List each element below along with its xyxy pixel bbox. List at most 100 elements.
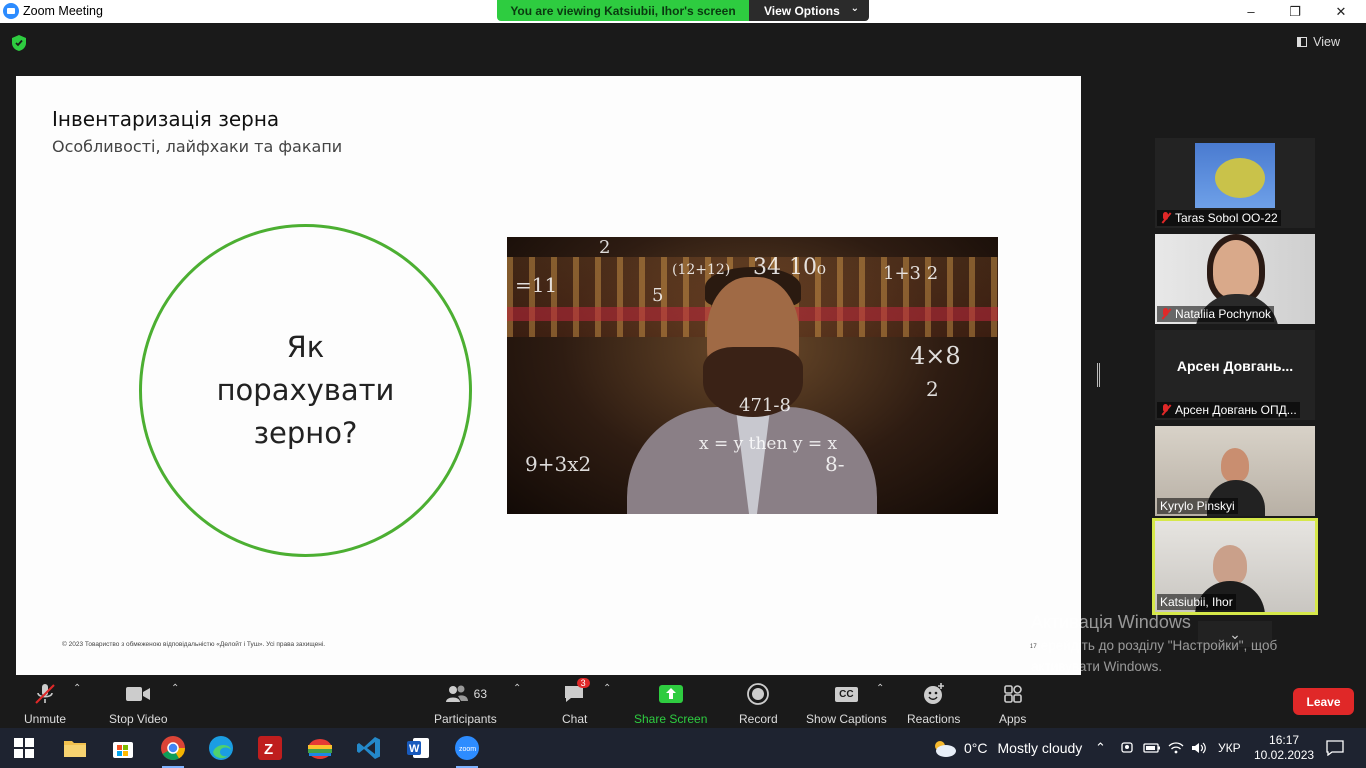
- svg-text:zoom: zoom: [459, 746, 476, 753]
- slide-subtitle: Особливості, лайфхаки та факапи: [52, 137, 343, 156]
- view-button[interactable]: View: [1297, 35, 1340, 49]
- participants-count: 63: [473, 687, 488, 701]
- chat-options-caret[interactable]: ⌃: [603, 683, 611, 694]
- edge-icon[interactable]: [208, 735, 234, 761]
- windows-activation-watermark: Активація Windows Перейдіть до розділу "…: [1031, 612, 1277, 677]
- participant-tile[interactable]: Nataliia Pochynok: [1155, 234, 1315, 324]
- clock-date: 10.02.2023: [1254, 748, 1315, 762]
- math-meme-image: =11 2 (12+12) 34 10₀ 1+3 2 5 4×8 2 x = y…: [507, 237, 998, 514]
- math-overlay: 10₀: [789, 255, 826, 280]
- participant-avatar: [1195, 143, 1275, 208]
- participant-name: Taras Sobol OO-22: [1175, 211, 1278, 225]
- colorful-app-icon[interactable]: [307, 735, 333, 761]
- close-button[interactable]: ✕: [1318, 0, 1364, 23]
- shared-screen-slide: Інвентаризація зерна Особливості, лайфха…: [16, 76, 1081, 675]
- vscode-icon[interactable]: [356, 735, 382, 761]
- unmute-button[interactable]: Unmute: [24, 682, 66, 726]
- math-overlay: 8-: [825, 452, 845, 476]
- record-button[interactable]: Record: [739, 682, 778, 726]
- math-overlay: 2: [599, 237, 611, 258]
- minimize-button[interactable]: –: [1228, 0, 1274, 23]
- battery-icon[interactable]: [1143, 728, 1161, 768]
- apps-icon: [1002, 682, 1024, 706]
- weather-widget[interactable]: 0°C Mostly cloudy: [930, 728, 1082, 768]
- chat-unread-badge: 3: [576, 678, 590, 688]
- security-shield-icon[interactable]: [11, 34, 27, 52]
- participant-name: Katsiubii, Ihor: [1160, 595, 1233, 609]
- volume-icon[interactable]: [1191, 728, 1207, 768]
- math-overlay: 5: [652, 285, 664, 306]
- participant-tile[interactable]: Taras Sobol OO-22: [1155, 138, 1315, 228]
- participants-button[interactable]: 63 Participants: [434, 682, 497, 726]
- record-label: Record: [739, 712, 778, 726]
- participant-name: Nataliia Pochynok: [1175, 307, 1272, 321]
- show-captions-button[interactable]: CC Show Captions: [806, 682, 887, 726]
- view-options-label: View Options: [764, 3, 840, 18]
- math-overlay: 1+3 2: [883, 263, 939, 284]
- grid-view-icon: [1297, 37, 1308, 47]
- video-camera-icon: [125, 682, 151, 706]
- audio-options-caret[interactable]: ⌃: [73, 683, 81, 694]
- notifications-icon[interactable]: [1326, 728, 1344, 768]
- reactions-label: Reactions: [907, 712, 961, 726]
- reactions-button[interactable]: Reactions: [907, 682, 960, 726]
- participant-name-tag: Арсен Довгань ОПД...: [1157, 402, 1300, 418]
- watermark-line: Перейдіть до розділу "Настройки", щоб: [1031, 638, 1278, 653]
- participant-display-name: Арсен Довгань...: [1176, 358, 1294, 374]
- video-options-caret[interactable]: ⌃: [171, 683, 179, 694]
- mic-muted-icon: [33, 682, 57, 706]
- panel-resize-handle[interactable]: [1097, 363, 1100, 387]
- participant-tile[interactable]: Kyrylo Pinskyi: [1155, 426, 1315, 516]
- closed-captions-icon: CC: [835, 682, 858, 706]
- show-hidden-icons-chevron[interactable]: ⌃: [1095, 728, 1106, 768]
- view-label: View: [1313, 35, 1340, 49]
- svg-text:Z: Z: [264, 741, 273, 758]
- zoom-app-icon: [3, 3, 19, 19]
- file-explorer-icon[interactable]: [62, 735, 88, 761]
- stop-video-button[interactable]: Stop Video: [109, 682, 168, 726]
- chat-button[interactable]: 3 Chat: [562, 678, 590, 726]
- apps-button[interactable]: Apps: [999, 682, 1026, 726]
- wifi-icon[interactable]: [1168, 728, 1184, 768]
- mic-muted-icon: [1160, 212, 1171, 224]
- mic-muted-icon: [1160, 308, 1171, 320]
- math-overlay: 34: [753, 255, 781, 280]
- share-screen-label: Share Screen: [634, 712, 708, 726]
- chrome-icon[interactable]: [160, 735, 186, 768]
- language-indicator[interactable]: УКР: [1218, 728, 1241, 768]
- math-overlay: 9+3x2: [525, 452, 592, 476]
- viewing-banner: You are viewing Katsiubii, Ihor's screen: [497, 0, 749, 21]
- svg-text:W: W: [409, 743, 420, 755]
- participant-video: [1221, 448, 1249, 482]
- math-overlay: 471-8: [739, 395, 791, 416]
- math-overlay: 4×8: [910, 342, 961, 370]
- participant-name-tag: Taras Sobol OO-22: [1157, 210, 1281, 226]
- participants-icon: 63: [444, 682, 487, 706]
- windows-taskbar: Z W zoom 0°C Mostly cloudy ⌃ УКР 16:17 1…: [0, 728, 1366, 768]
- participant-name-tag: Nataliia Pochynok: [1157, 306, 1275, 322]
- stop-video-label: Stop Video: [109, 712, 168, 726]
- view-options-button[interactable]: View Options ⌄: [749, 0, 869, 21]
- clock[interactable]: 16:17 10.02.2023: [1254, 728, 1314, 768]
- cloudy-weather-icon: [935, 741, 956, 757]
- zoom-taskbar-icon[interactable]: zoom: [454, 735, 480, 768]
- tray-icon-people[interactable]: [1119, 728, 1135, 768]
- word-icon[interactable]: W: [405, 735, 431, 761]
- participant-tile[interactable]: Арсен Довгань... Арсен Довгань ОПД...: [1155, 330, 1315, 420]
- windows-start-icon[interactable]: [14, 738, 34, 758]
- show-captions-label: Show Captions: [806, 712, 887, 726]
- weather-temperature: 0°C: [964, 740, 988, 756]
- captions-options-caret[interactable]: ⌃: [876, 683, 884, 694]
- participants-options-caret[interactable]: ⌃: [513, 683, 521, 694]
- share-screen-button[interactable]: Share Screen: [634, 682, 707, 726]
- participant-tile-active-speaker[interactable]: Katsiubii, Ihor: [1152, 518, 1318, 615]
- participant-name: Арсен Довгань ОПД...: [1175, 403, 1297, 417]
- microsoft-store-icon[interactable]: [110, 735, 136, 761]
- participant-video: [1213, 240, 1259, 298]
- meeting-area: View Інвентаризація зерна Особливості, л…: [0, 23, 1366, 678]
- slide-question: Як порахувати зерно?: [216, 330, 395, 450]
- leave-button[interactable]: Leave: [1293, 688, 1354, 715]
- maximize-button[interactable]: ❐: [1272, 0, 1318, 23]
- filezilla-icon[interactable]: Z: [257, 735, 283, 761]
- chat-bubble-icon: 3: [563, 678, 590, 706]
